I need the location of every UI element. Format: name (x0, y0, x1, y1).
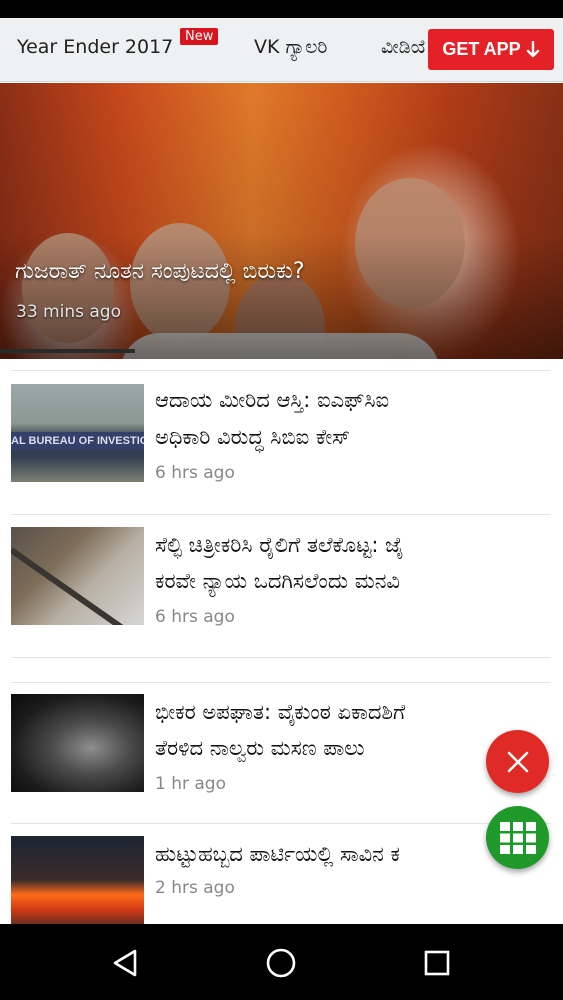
tab-video[interactable]: ವೀಡಿಯೊ (381, 36, 425, 58)
article-title-line: ಭೀಕರ ಅಪಘಾತ: ವೈಕುಂಠ ಏಕಾದಶಿಗೆ (155, 700, 406, 724)
thumbnail-sign-text: AL BUREAU OF INVESTIG (11, 432, 144, 450)
divider (11, 682, 551, 683)
article-thumbnail: AL BUREAU OF INVESTIG (11, 384, 144, 482)
article-timestamp: 6 hrs ago (155, 463, 235, 483)
divider (11, 514, 551, 515)
grid-icon (499, 821, 536, 854)
tab-year-ender[interactable]: Year Ender 2017 (17, 36, 173, 58)
hero-timestamp: 33 mins ago (16, 302, 121, 322)
top-nav: Year Ender 2017 New VK ಗ್ಯಾಲರಿ ವೀಡಿಯೊ GE… (0, 18, 563, 82)
close-fab-button[interactable] (486, 730, 549, 793)
article-title-line: ಸೆಲ್ಫಿ ಚಿತ್ರೀಕರಿಸಿ ರೈಲಿಗೆ ತಲೆಕೊಟ್ಟ: ಜೈ (155, 533, 404, 557)
article-timestamp: 1 hr ago (155, 774, 226, 794)
home-button[interactable] (264, 946, 298, 980)
new-badge: New (180, 28, 219, 45)
tab-vk-gallery[interactable]: VK ಗ್ಯಾಲರಿ (254, 36, 327, 58)
article-thumbnail (11, 694, 144, 792)
home-icon (266, 948, 296, 978)
thumbnail-detail (11, 547, 144, 625)
hero-title: ಗುಜರಾತ್ ನೂತನ ಸಂಪುಟದಲ್ಲಿ ಬಿರುಕು? (15, 259, 305, 284)
divider (11, 823, 551, 824)
hero-carousel-indicator (0, 349, 135, 353)
article-timestamp: 6 hrs ago (155, 607, 235, 627)
article-title-line: ಅಧಿಕಾರಿ ವಿರುದ್ಧ ಸಿಬಿಐ ಕೇಸ್ (155, 425, 351, 449)
hero-story[interactable]: ಗುಜರಾತ್ ನೂತನ ಸಂಪುಟದಲ್ಲಿ ಬಿರುಕು? 33 mins … (0, 83, 563, 359)
get-app-button[interactable]: GET APP (428, 29, 554, 70)
get-app-label: GET APP (442, 39, 521, 59)
article-timestamp: 2 hrs ago (155, 878, 235, 898)
close-icon (507, 751, 528, 772)
article-title-line: ಆದಾಯ ಮೀರಿದ ಆಸ್ತಿ: ಐಎಫ್‌ಸಿಐ (155, 388, 390, 412)
article-title-line: ಕರವೇ ನ್ಯಾಯ ಒದಗಿಸಲೆಂದು ಮನವಿ (155, 569, 400, 593)
menu-grid-fab-button[interactable] (486, 806, 549, 869)
system-nav-bar (0, 924, 563, 1000)
recents-icon (424, 950, 450, 976)
article-thumbnail (11, 527, 144, 625)
article-title-line: ಹುಟ್ಟುಹಬ್ಬದ ಪಾರ್ಟಿಯಲ್ಲಿ ಸಾವಿನ ಕ (155, 842, 400, 866)
back-button[interactable] (108, 946, 142, 980)
article-thumbnail (11, 836, 144, 934)
download-arrow-icon (526, 40, 539, 57)
divider (11, 657, 551, 658)
back-icon (113, 949, 137, 977)
recents-button[interactable] (420, 946, 454, 980)
divider (11, 370, 551, 371)
status-bar (0, 0, 563, 18)
